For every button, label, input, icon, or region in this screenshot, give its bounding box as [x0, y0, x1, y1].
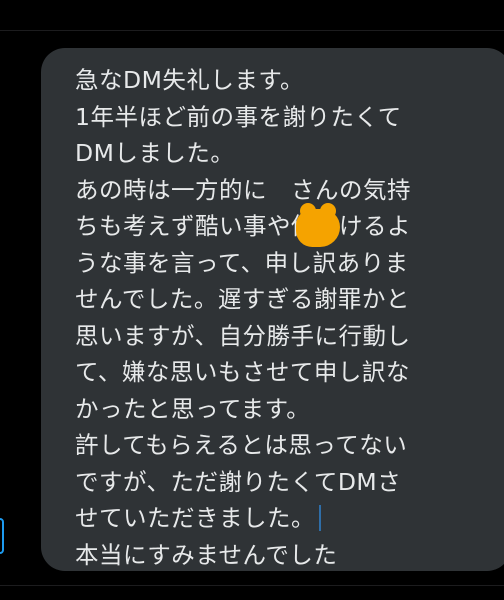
- message-line: せんでした。遅すぎる謝罪かと: [75, 285, 410, 313]
- message-line: 思いますが、自分勝手に行動し: [75, 321, 411, 350]
- message-line: あの時は一方的に さんの気持: [75, 175, 411, 204]
- message-line: かったと思ってます。: [75, 394, 311, 423]
- message-line-text: せていただきました。: [75, 504, 315, 532]
- redaction-blob: [296, 203, 340, 247]
- message-line: 急なDM失礼します。: [75, 66, 305, 94]
- text-cursor: [319, 505, 321, 531]
- message-line: 許してもらえるとは思ってない: [75, 431, 408, 459]
- partial-button-left-edge[interactable]: [0, 518, 4, 554]
- top-divider: [0, 30, 504, 31]
- message-line: 本当にすみませんでした: [75, 540, 338, 569]
- message-line-with-cursor: せていただきました。: [75, 500, 483, 537]
- message-line: ですが、ただ謝りたくてDMさ: [75, 467, 402, 496]
- bottom-divider: [0, 585, 504, 586]
- message-line: て、嫌な思いもさせて申し訳な: [75, 358, 410, 386]
- message-bubble: 急なDM失礼します。 1年半ほど前の事を謝りたくて DMしました。 あの時は一方…: [41, 48, 504, 571]
- message-line: ちも考えず酷い事や傷つけるよ: [75, 212, 411, 240]
- message-line: DMしました。: [75, 139, 235, 167]
- message-line: うな事を言って、申し訳ありま: [75, 248, 409, 277]
- message-line: 1年半ほど前の事を謝りたくて: [75, 102, 402, 131]
